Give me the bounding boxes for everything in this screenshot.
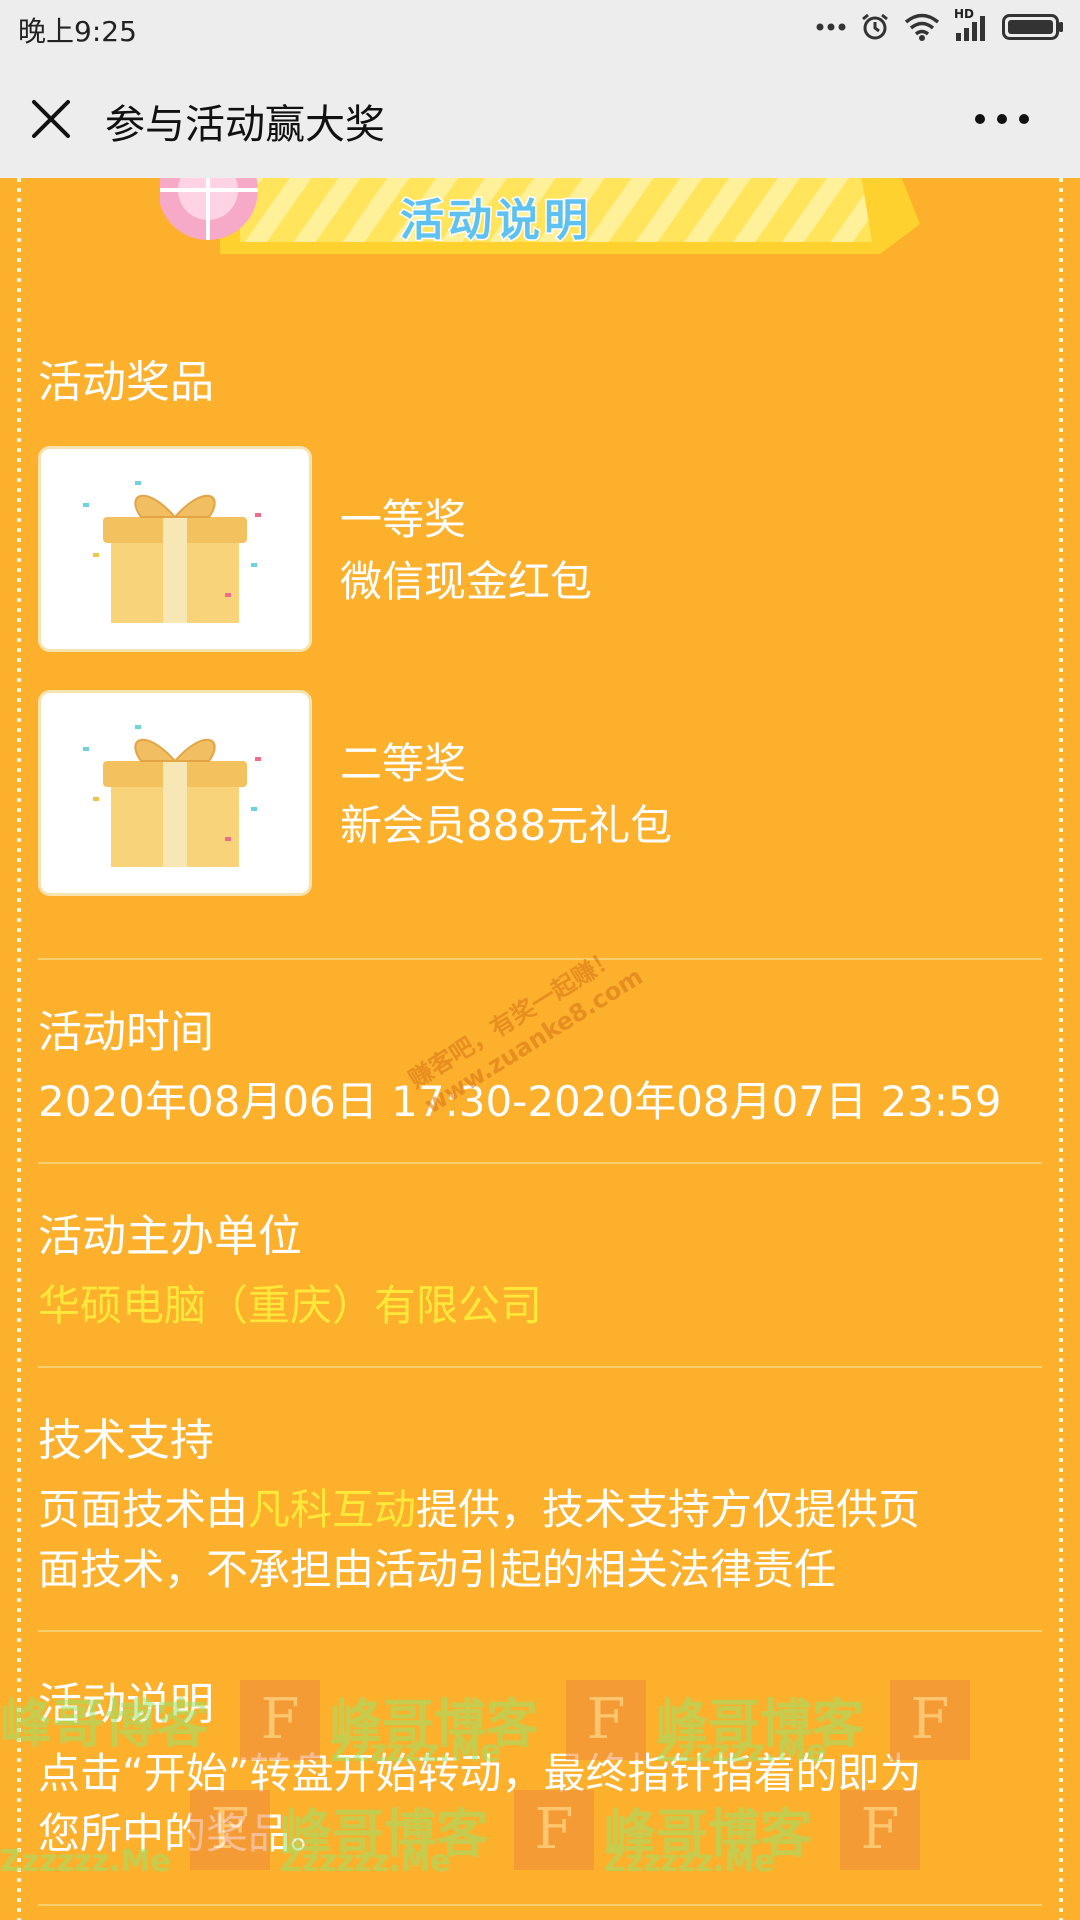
organizer-heading: 活动主办单位 [38, 1211, 302, 1262]
prize-rank-second: 二等奖 [340, 739, 467, 788]
prize-rank-first: 一等奖 [340, 495, 467, 544]
banner-title: 活动说明 [399, 194, 592, 248]
time-value: 2020年08月06日 17:30-2020年08月07日 23:59 [38, 1077, 1002, 1126]
time-heading: 活动时间 [38, 1007, 214, 1058]
divider [38, 1904, 1042, 1906]
status-icons: HD [816, 7, 1064, 42]
content-panel: 活动说明 活动奖品 一等奖 微信现金红包 二等奖 新会员888元礼包 活动时间 [0, 178, 1080, 1920]
more-options-icon[interactable] [972, 104, 1032, 134]
divider [38, 1162, 1042, 1164]
page-title: 参与活动赢大奖 [105, 102, 385, 148]
watermark-row: F 峰哥博客 Zzzzzz.Me F 峰哥博客 Zzzzzz.Me F 峰哥博客 [0, 1680, 1080, 1770]
tech-provider-link[interactable]: 凡科互动 [248, 1485, 416, 1534]
divider [38, 1630, 1042, 1632]
prize-name-second: 新会员888元礼包 [340, 801, 673, 850]
section-banner: 活动说明 [160, 178, 920, 264]
gift-box-icon [83, 725, 261, 867]
prizes-heading: 活动奖品 [38, 357, 214, 408]
tech-heading: 技术支持 [38, 1415, 214, 1466]
divider [38, 1366, 1042, 1368]
gift-box-icon [83, 481, 261, 623]
battery-icon [1002, 14, 1063, 40]
tech-suffix: 提供，技术支持方仅提供页 [416, 1485, 921, 1534]
prize-name-first: 微信现金红包 [340, 557, 593, 606]
dotted-border-left [17, 178, 21, 1920]
prize-image-first [38, 446, 312, 652]
divider [38, 958, 1042, 960]
wifi-icon [904, 13, 940, 41]
status-bar: 晚上9:25 HD [0, 0, 1080, 56]
watermark-row: F 峰哥博客 Zzzzzz.Me F 峰哥博客 Zzzzzz.Me F Zzzz… [0, 1790, 1080, 1880]
status-time: 晚上9:25 [18, 15, 137, 48]
organizer-value: 华硕电脑（重庆）有限公司 [38, 1281, 543, 1330]
prize-image-second [38, 690, 312, 896]
title-bar: 参与活动赢大奖 [0, 56, 1080, 178]
close-icon[interactable] [30, 98, 72, 140]
network-type-label: HD [954, 7, 988, 41]
more-notifications-icon [816, 23, 846, 31]
dotted-border-right [1059, 178, 1063, 1920]
tech-line2: 面技术，不承担由活动引起的相关法律责任 [38, 1545, 837, 1594]
alarm-icon [862, 13, 888, 40]
tech-description: 页面技术由凡科互动提供，技术支持方仅提供页 面技术，不承担由活动引起的相关法律责… [38, 1480, 1048, 1600]
tech-prefix: 页面技术由 [38, 1485, 249, 1534]
